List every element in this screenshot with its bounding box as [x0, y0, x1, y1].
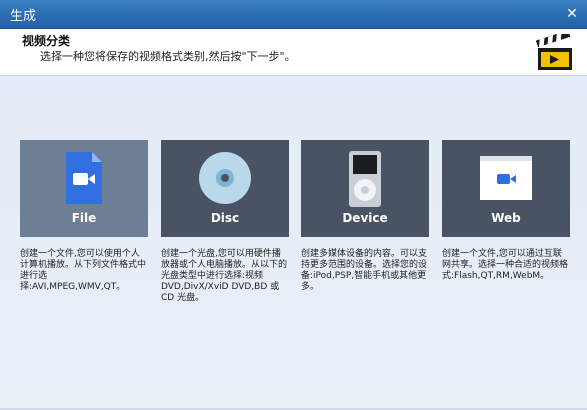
page-description: 选择一种您将保存的视频格式类别,然后按"下一步"。	[40, 50, 296, 63]
option-label: File	[71, 211, 97, 225]
clapperboard-icon	[535, 34, 572, 70]
option-file[interactable]: File	[20, 140, 148, 237]
option-label: Web	[491, 211, 521, 225]
page-title: 视频分类	[22, 34, 71, 48]
option-description: 创建一个光盘,您可以用硬件播放器或个人电脑播放。从以下的光盘类型中进行选择:视频…	[161, 249, 288, 303]
option-description: 创建多媒体设备的内容。可以支持更多范围的设备。选择您的设备:iPod,PSP,智…	[301, 249, 428, 292]
content-area: File Disc Device Web 创建一个文件,您可以使用个人计算机播放…	[0, 76, 587, 410]
disc-icon	[199, 152, 251, 204]
option-description: 创建一个文件,您可以使用个人计算机播放。从下列文件格式中进行选择:AVI,MPE…	[20, 249, 147, 292]
title-bar: 生成 ✕	[0, 0, 587, 29]
web-video-icon	[480, 156, 532, 200]
close-icon[interactable]: ✕	[563, 5, 581, 23]
option-disc[interactable]: Disc	[161, 140, 289, 237]
option-web[interactable]: Web	[442, 140, 570, 237]
media-player-icon	[349, 151, 381, 207]
option-label: Disc	[210, 211, 240, 225]
file-video-icon	[66, 152, 102, 204]
window-title: 生成	[10, 9, 37, 24]
option-device[interactable]: Device	[301, 140, 429, 237]
header-panel: 视频分类 选择一种您将保存的视频格式类别,然后按"下一步"。	[0, 29, 587, 76]
option-label: Device	[342, 211, 388, 225]
option-description: 创建一个文件,您可以通过互联网共享。选择一种合适的视频格式:Flash,QT,R…	[442, 249, 569, 281]
